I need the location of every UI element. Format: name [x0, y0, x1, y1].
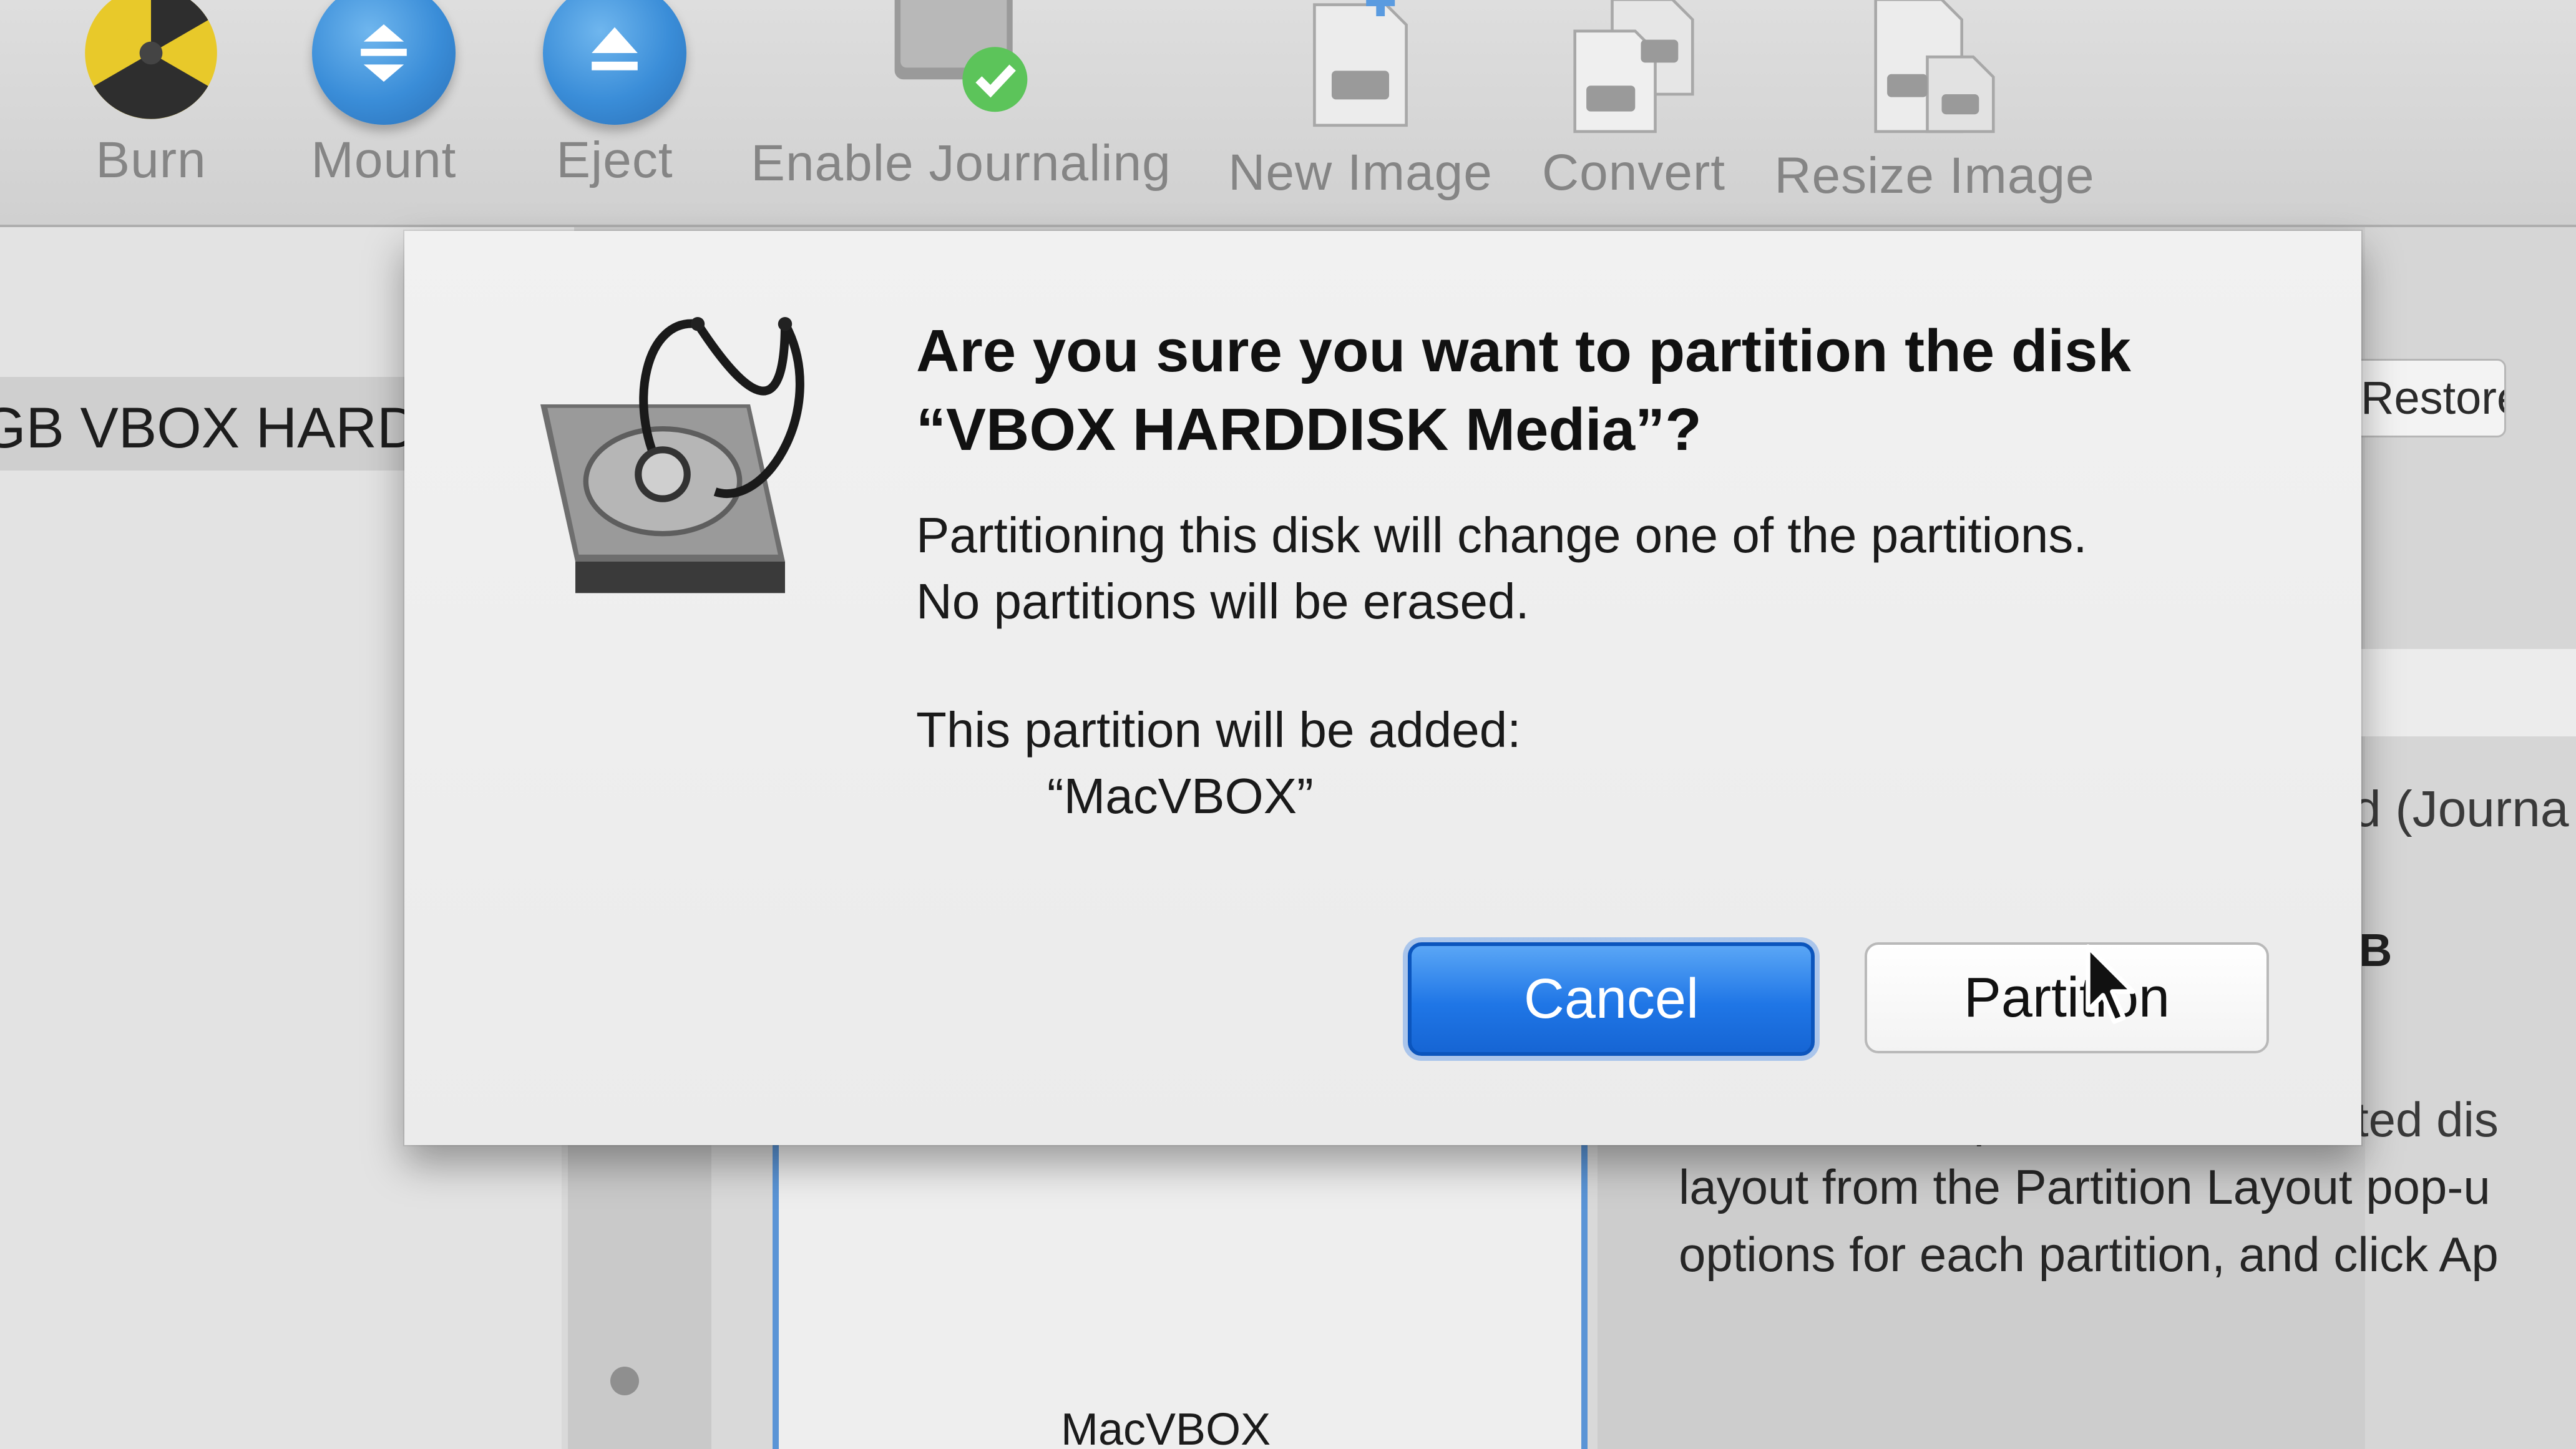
dialog-message-line: Partitioning this disk will change one o… — [916, 507, 2087, 563]
disk-utility-screen: Burn Mount Eject Enable Journaling New I… — [0, 0, 2576, 1449]
toolbar-enable-journaling-label: Enable Journaling — [751, 135, 1171, 192]
dialog-message-line: No partitions will be erased. — [916, 573, 1530, 629]
burn-icon — [79, 0, 223, 128]
partition-resize-gutter — [568, 1136, 711, 1449]
toolbar-convert-label: Convert — [1541, 144, 1726, 201]
partition-button[interactable]: Partition — [1865, 942, 2269, 1053]
toolbar-resize-image[interactable]: Resize Image — [1766, 0, 2103, 212]
enable-journaling-icon — [880, 0, 1042, 128]
name-field[interactable] — [2359, 649, 2576, 736]
dialog-title: Are you sure you want to partition the d… — [916, 318, 2131, 463]
toolbar: Burn Mount Eject Enable Journaling New I… — [0, 0, 2576, 227]
convert-icon — [1565, 0, 1702, 140]
dialog-message: Partitioning this disk will change one o… — [916, 502, 2314, 829]
instructions-line: layout from the Partition Layout pop-u — [1679, 1159, 2491, 1214]
sidebar-item-disk-label: GB VBOX HARD — [0, 396, 419, 460]
toolbar-new-image-label: New Image — [1228, 144, 1493, 201]
eject-icon — [543, 0, 686, 125]
added-partition-name: “MacVBOX” — [1047, 768, 1314, 824]
mount-icon — [312, 0, 456, 125]
partition-confirmation-dialog: Are you sure you want to partition the d… — [404, 231, 2361, 1145]
format-popup[interactable]: d (Journa — [2353, 780, 2569, 839]
size-field: B — [2359, 924, 2393, 976]
toolbar-resize-image-label: Resize Image — [1774, 147, 2095, 204]
cancel-button[interactable]: Cancel — [1408, 942, 1815, 1056]
disk-utility-icon — [523, 300, 872, 649]
partition-block[interactable] — [773, 1111, 1588, 1449]
mouse-pointer-icon — [2084, 942, 2140, 1030]
partition-block-label: MacVBOX — [1061, 1405, 1271, 1449]
added-partition-heading: This partition will be added: — [916, 702, 1521, 758]
toolbar-new-image[interactable]: New Image — [1223, 0, 1498, 212]
partition-handle[interactable] — [610, 1367, 639, 1395]
new-image-icon — [1298, 0, 1423, 134]
toolbar-convert[interactable]: Convert — [1496, 0, 1771, 212]
toolbar-enable-journaling[interactable]: Enable Journaling — [705, 0, 1217, 212]
instructions-line: options for each partition, and click Ap — [1679, 1227, 2499, 1282]
resize-image-icon — [1866, 0, 2003, 140]
